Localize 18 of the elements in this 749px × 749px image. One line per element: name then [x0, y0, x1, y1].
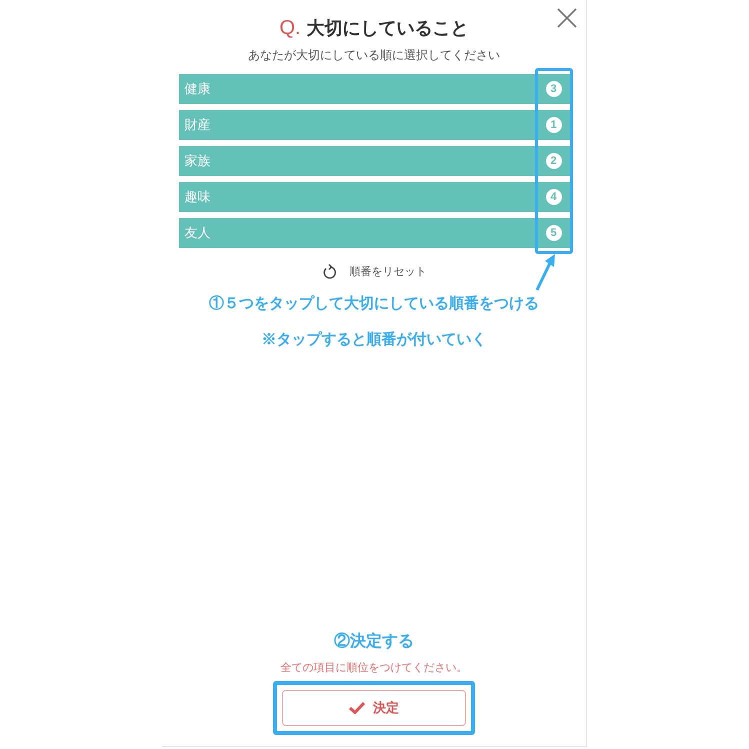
- annotation-text: ②決定する: [334, 631, 414, 652]
- reset-icon: [322, 264, 336, 280]
- choice-item[interactable]: 財産 1: [178, 110, 572, 140]
- choice-item[interactable]: 趣味 4: [178, 182, 572, 212]
- close-icon[interactable]: [557, 8, 577, 28]
- choice-item[interactable]: 家族 2: [178, 146, 572, 176]
- choice-item[interactable]: 健康 3: [178, 74, 572, 104]
- check-icon: [349, 702, 365, 714]
- annotation-arrow: [534, 253, 558, 291]
- annotation-text: ※タップすると順番が付いていく: [262, 330, 486, 350]
- question-mark: Q.: [279, 16, 301, 40]
- dialog-title: 大切にしていること: [306, 17, 469, 40]
- submit-button[interactable]: 決定: [282, 690, 466, 726]
- error-message: 全ての項目に順位をつけてください。: [280, 660, 468, 676]
- choice-item[interactable]: 友人 5: [178, 218, 572, 248]
- dialog-subtitle: あなたが大切にしている順に選択してください: [248, 47, 500, 64]
- reset-button[interactable]: 順番をリセット: [322, 264, 426, 280]
- annotation-text: ①５つをタップして大切にしている順番をつける: [209, 294, 539, 314]
